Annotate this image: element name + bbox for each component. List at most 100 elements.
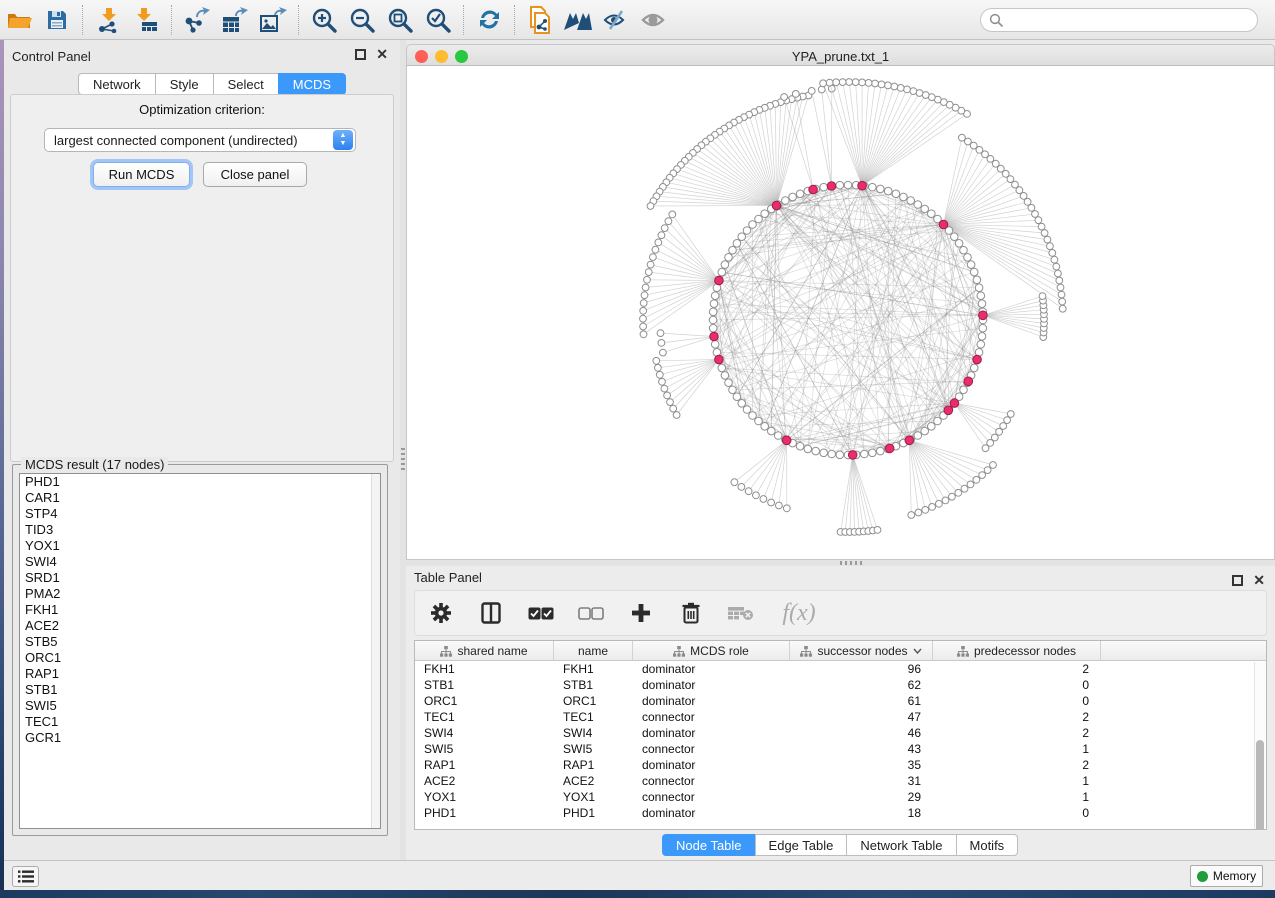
export-network-icon xyxy=(184,7,210,33)
column-header-MCDS-role[interactable]: MCDS role xyxy=(633,641,790,661)
cell-role: connector xyxy=(633,709,790,725)
export-table-button[interactable] xyxy=(216,3,254,37)
cell-succ: 46 xyxy=(790,725,933,741)
table-row[interactable]: SWI5SWI5connector431 xyxy=(415,741,1266,757)
table-row[interactable]: TEC1TEC1connector472 xyxy=(415,709,1266,725)
mcds-result-item[interactable]: STB5 xyxy=(20,634,380,650)
table-row[interactable]: STB1STB1dominator620 xyxy=(415,677,1266,693)
export-image-button[interactable] xyxy=(254,3,292,37)
delete-table-button[interactable] xyxy=(727,598,755,628)
first-neighbors-button[interactable] xyxy=(559,3,597,37)
mcds-result-item[interactable]: SWI4 xyxy=(20,554,380,570)
toolbar-separator xyxy=(82,5,83,35)
table-row[interactable]: ACE2ACE2connector311 xyxy=(415,773,1266,789)
table-row[interactable]: SWI4SWI4dominator462 xyxy=(415,725,1266,741)
table-row[interactable]: FKH1FKH1dominator962 xyxy=(415,661,1266,677)
mcds-result-item[interactable]: SWI5 xyxy=(20,698,380,714)
table-tab-motifs[interactable]: Motifs xyxy=(956,834,1019,856)
table-tab-network-table[interactable]: Network Table xyxy=(846,834,955,856)
split-columns-button[interactable] xyxy=(477,598,505,628)
mcds-list-scrollbar[interactable] xyxy=(371,474,380,828)
table-tab-edge-table[interactable]: Edge Table xyxy=(755,834,847,856)
mcds-result-item[interactable]: ORC1 xyxy=(20,650,380,666)
close-panel-icon[interactable]: ✕ xyxy=(1253,575,1265,586)
optimization-criterion-select[interactable]: largest connected component (undirected)… xyxy=(44,128,356,152)
show-all-button[interactable] xyxy=(635,3,673,37)
export-network-button[interactable] xyxy=(178,3,216,37)
node-table[interactable]: shared namenameMCDS role successor nodes p… xyxy=(414,640,1267,830)
mcds-result-item[interactable]: STP4 xyxy=(20,506,380,522)
save-button[interactable] xyxy=(38,3,76,37)
network-titlebar[interactable]: YPA_prune.txt_1 xyxy=(406,44,1275,66)
function-builder-button[interactable]: f(x) xyxy=(777,598,821,628)
table-scrollbar-thumb[interactable] xyxy=(1256,740,1264,830)
select-all-columns-button[interactable] xyxy=(527,598,555,628)
float-panel-icon[interactable] xyxy=(1232,575,1243,586)
cell-role: dominator xyxy=(633,805,790,821)
mcds-result-item[interactable]: CAR1 xyxy=(20,490,380,506)
column-header-successor-nodes[interactable]: successor nodes xyxy=(790,641,933,661)
create-column-button[interactable] xyxy=(627,598,655,628)
network-canvas[interactable] xyxy=(406,66,1275,560)
control-tab-style[interactable]: Style xyxy=(155,73,213,95)
close-panel-button[interactable]: Close panel xyxy=(203,162,307,187)
hide-selected-button[interactable] xyxy=(597,3,635,37)
mcds-result-item[interactable]: YOX1 xyxy=(20,538,380,554)
column-tree-icon xyxy=(440,646,452,657)
search-icon xyxy=(989,13,1004,28)
table-row[interactable]: RAP1RAP1dominator352 xyxy=(415,757,1266,773)
column-header-predecessor-nodes[interactable]: predecessor nodes xyxy=(933,641,1101,661)
run-mcds-button[interactable]: Run MCDS xyxy=(93,162,190,187)
mcds-result-item[interactable]: PHD1 xyxy=(20,474,380,490)
zoom-out-button[interactable] xyxy=(343,3,381,37)
table-settings-button[interactable] xyxy=(427,598,455,628)
control-tab-network[interactable]: Network xyxy=(78,73,155,95)
import-table-button[interactable] xyxy=(127,3,165,37)
network-graph[interactable] xyxy=(407,66,1274,558)
search-box[interactable] xyxy=(980,8,1258,32)
table-row[interactable]: ORC1ORC1dominator610 xyxy=(415,693,1266,709)
cell-role: connector xyxy=(633,773,790,789)
search-input[interactable] xyxy=(1004,13,1257,27)
table-scrollbar[interactable] xyxy=(1254,662,1265,830)
column-header-name[interactable]: name xyxy=(554,641,633,661)
first-neighbors-icon xyxy=(563,9,593,31)
clone-network-button[interactable] xyxy=(521,3,559,37)
mcds-result-item[interactable]: TEC1 xyxy=(20,714,380,730)
ui-mode-button[interactable] xyxy=(12,866,39,887)
zoom-selected-button[interactable] xyxy=(419,3,457,37)
import-network-button[interactable] xyxy=(89,3,127,37)
cell-shared: SWI5 xyxy=(415,741,554,757)
control-tab-select[interactable]: Select xyxy=(213,73,278,95)
delete-column-button[interactable] xyxy=(677,598,705,628)
memory-button[interactable]: Memory xyxy=(1190,865,1263,887)
close-panel-icon[interactable]: ✕ xyxy=(376,49,388,60)
zoom-in-button[interactable] xyxy=(305,3,343,37)
zoom-fit-button[interactable] xyxy=(381,3,419,37)
float-panel-icon[interactable] xyxy=(355,49,366,60)
status-bar: Memory xyxy=(4,860,1275,890)
table-panel-window-controls: ✕ xyxy=(1232,575,1265,586)
mcds-result-item[interactable]: GCR1 xyxy=(20,730,380,746)
column-header-shared-name[interactable]: shared name xyxy=(415,641,554,661)
mcds-result-item[interactable]: PMA2 xyxy=(20,586,380,602)
import-network-icon xyxy=(96,7,120,33)
cell-succ: 18 xyxy=(790,805,933,821)
mcds-result-item[interactable]: STB1 xyxy=(20,682,380,698)
table-row[interactable]: PHD1PHD1dominator180 xyxy=(415,805,1266,821)
refresh-layout-button[interactable] xyxy=(470,3,508,37)
mcds-result-item[interactable]: RAP1 xyxy=(20,666,380,682)
mcds-result-item[interactable]: SRD1 xyxy=(20,570,380,586)
column-label: successor nodes xyxy=(817,644,907,658)
mcds-result-item[interactable]: FKH1 xyxy=(20,602,380,618)
control-tab-mcds[interactable]: MCDS xyxy=(278,73,346,95)
table-tab-node-table[interactable]: Node Table xyxy=(662,834,755,856)
mcds-result-list[interactable]: PHD1CAR1STP4TID3YOX1SWI4SRD1PMA2FKH1ACE2… xyxy=(19,473,381,829)
open-button[interactable] xyxy=(0,3,38,37)
column-tree-icon xyxy=(957,646,969,657)
mcds-result-item[interactable]: ACE2 xyxy=(20,618,380,634)
toolbar-separator xyxy=(171,5,172,35)
deselect-all-columns-button[interactable] xyxy=(577,598,605,628)
table-row[interactable]: YOX1YOX1connector291 xyxy=(415,789,1266,805)
mcds-result-item[interactable]: TID3 xyxy=(20,522,380,538)
